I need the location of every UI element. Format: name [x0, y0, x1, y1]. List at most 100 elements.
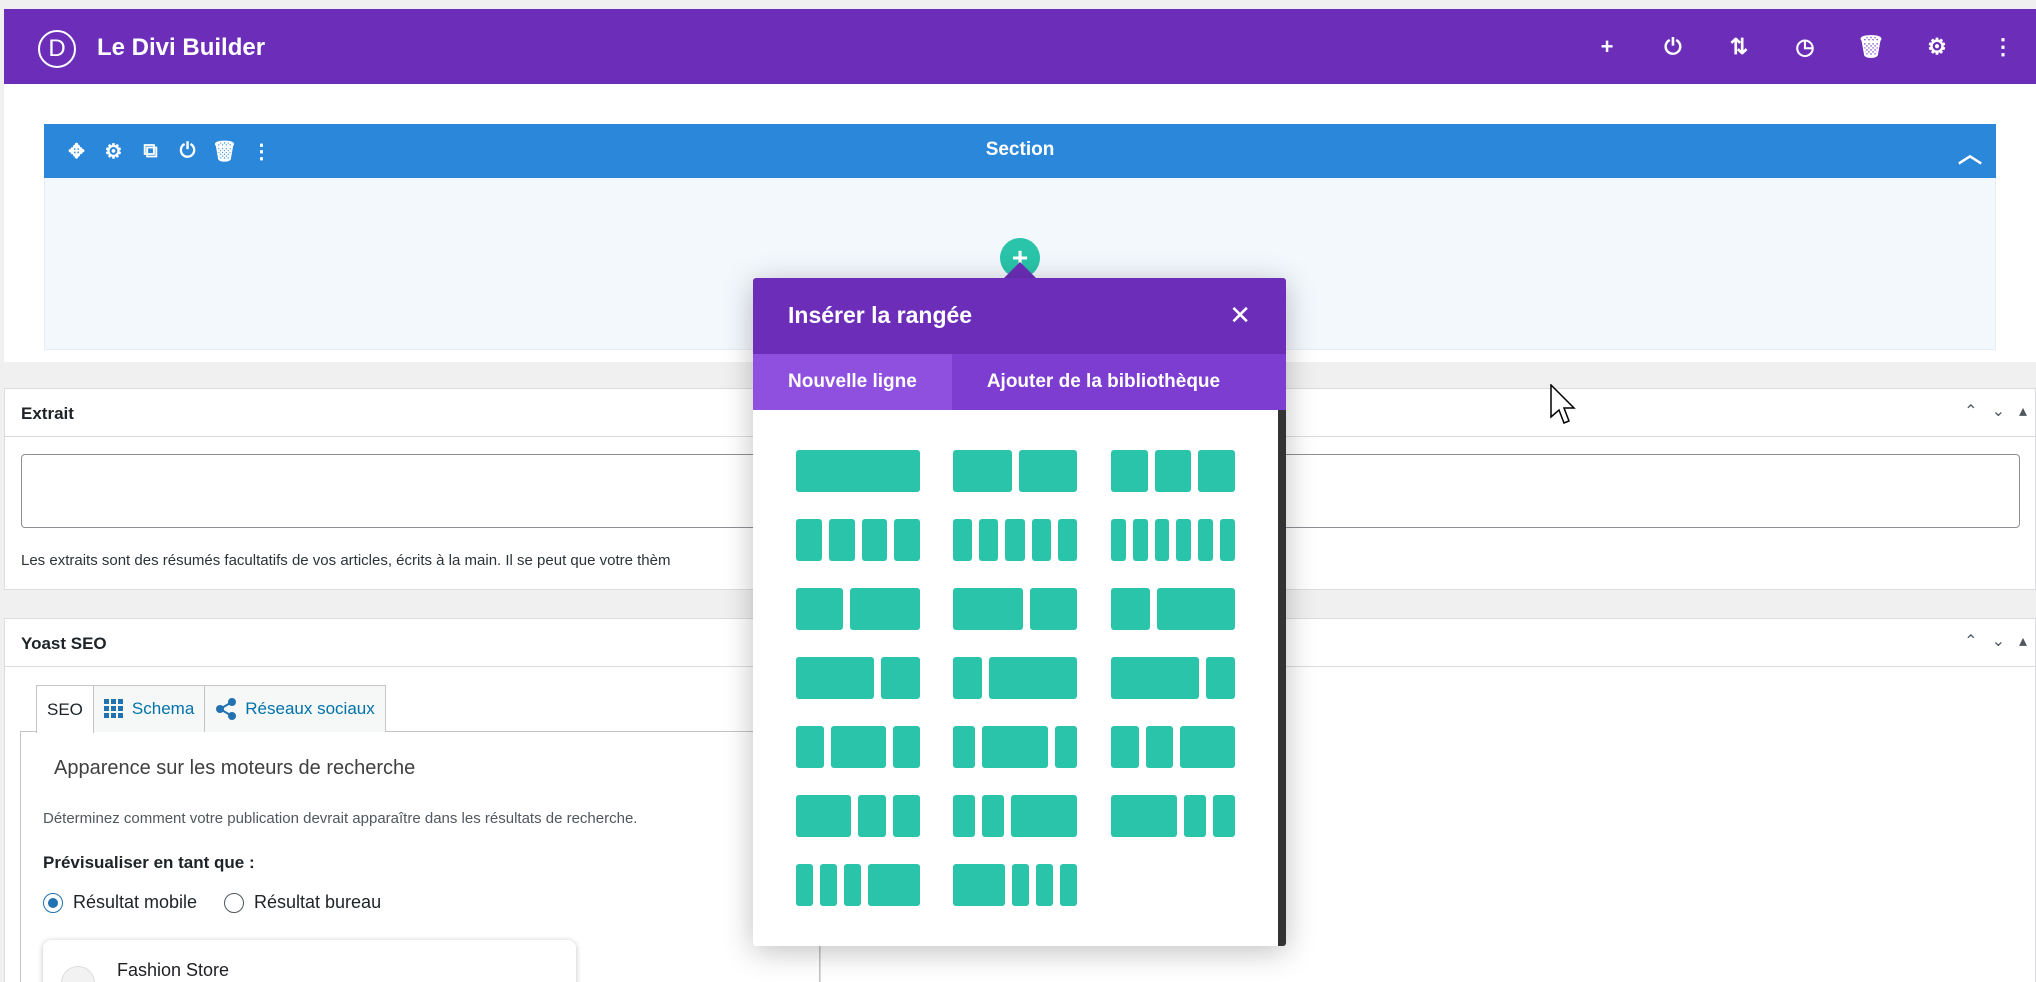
tab-social[interactable]: Réseaux sociaux: [204, 685, 386, 732]
column-block: [844, 864, 862, 906]
excerpt-help-text: Les extraits sont des résumés facultatif…: [21, 552, 671, 569]
row-layout-option[interactable]: [796, 588, 920, 630]
serp-preview-card: Fashion Store: [43, 940, 576, 982]
column-block: [796, 864, 814, 906]
column-block: [1198, 450, 1235, 492]
row-layout-option[interactable]: [1111, 657, 1235, 699]
column-block: [953, 657, 983, 699]
column-block: [1157, 588, 1235, 630]
toggle-icon[interactable]: ▴: [2019, 631, 2027, 651]
column-block: [1059, 864, 1077, 906]
column-block: [868, 864, 920, 906]
section-header[interactable]: ✥ ⚙ ⧉ ⏻ 🗑 ⋮ Section ︿: [44, 124, 1996, 178]
row-layout-option[interactable]: [953, 450, 1077, 492]
radio-checked-icon[interactable]: [43, 892, 63, 913]
row-layout-option[interactable]: [953, 795, 1077, 837]
radio-unchecked-icon[interactable]: [224, 892, 244, 913]
site-favicon: [61, 966, 95, 982]
postbox-controls: ⌃ ⌄ ▴: [1964, 401, 2027, 421]
row-layout-option[interactable]: [1111, 519, 1235, 561]
column-block: [989, 657, 1077, 699]
modal-pointer: [1004, 262, 1036, 278]
column-block: [1154, 450, 1192, 492]
row-layout-option[interactable]: [796, 795, 920, 837]
modal-tabs: Nouvelle ligne Ajouter de la bibliothèqu…: [753, 354, 1286, 410]
column-block: [796, 450, 920, 492]
column-block: [953, 795, 975, 837]
column-block: [1031, 519, 1051, 561]
move-down-icon[interactable]: ⌄: [1992, 401, 2005, 421]
add-icon[interactable]: +: [1574, 9, 1640, 84]
yoast-tabs: SEO Schema Réseaux sociaux: [36, 685, 386, 733]
history-icon[interactable]: ◷: [1772, 9, 1838, 84]
column-block: [894, 519, 920, 561]
divi-logo-icon: D: [38, 30, 76, 68]
tab-label: Schema: [131, 699, 195, 718]
row-layout-option[interactable]: [1111, 726, 1235, 768]
row-layout-option[interactable]: [1111, 450, 1235, 492]
move-up-icon[interactable]: ⌃: [1964, 401, 1977, 421]
column-block: [1011, 864, 1029, 906]
column-block: [953, 450, 1012, 492]
toggle-icon[interactable]: ▴: [2019, 401, 2027, 421]
column-block: [1030, 588, 1077, 630]
column-block: [1011, 795, 1077, 837]
modal-scrollbar[interactable]: [1278, 410, 1286, 946]
move-up-icon[interactable]: ⌃: [1964, 631, 1977, 651]
tab-seo[interactable]: SEO: [36, 685, 94, 733]
tab-new-row[interactable]: Nouvelle ligne: [753, 354, 952, 410]
collapse-icon[interactable]: ︿: [1958, 134, 1982, 169]
row-layout-option[interactable]: [1111, 588, 1235, 630]
grid-icon: [103, 699, 123, 718]
row-layout-option[interactable]: [1111, 795, 1235, 837]
preview-site-name: Fashion Store: [117, 960, 230, 980]
modal-title: Insérer la rangée: [788, 302, 973, 328]
column-block: [982, 795, 1004, 837]
row-layout-option[interactable]: [796, 450, 920, 492]
column-block: [892, 726, 920, 768]
column-block: [953, 726, 975, 768]
column-block: [1198, 519, 1214, 561]
row-layout-option[interactable]: [953, 588, 1077, 630]
sort-icon[interactable]: ⇅: [1706, 9, 1772, 84]
row-layout-option[interactable]: [953, 864, 1077, 906]
section-title: Section: [985, 139, 1055, 160]
column-block: [1213, 795, 1235, 837]
tab-schema[interactable]: Schema: [92, 685, 206, 732]
column-block: [1035, 864, 1053, 906]
column-block: [1018, 450, 1077, 492]
trash-icon[interactable]: 🗑: [1838, 9, 1904, 84]
snippet-heading: Apparence sur les moteurs de recherche: [54, 757, 416, 779]
column-block: [1111, 657, 1199, 699]
move-down-icon[interactable]: ⌄: [1992, 631, 2005, 651]
power-icon[interactable]: ⏻: [1640, 9, 1706, 84]
radio-desktop[interactable]: Résultat bureau: [224, 892, 381, 913]
builder-actions: + ⏻ ⇅ ◷ 🗑 ⚙ ⋮: [1574, 9, 2036, 84]
radio-label: Résultat mobile: [73, 892, 198, 912]
yoast-title: Yoast SEO: [21, 634, 107, 653]
row-layout-option[interactable]: [796, 864, 920, 906]
column-block: [1132, 519, 1148, 561]
more-vertical-icon[interactable]: ⋮: [1970, 9, 2036, 84]
column-block: [1111, 588, 1150, 630]
row-layout-option[interactable]: [953, 519, 1077, 561]
radio-mobile[interactable]: Résultat mobile: [43, 892, 197, 913]
column-block: [1055, 726, 1077, 768]
row-layout-option[interactable]: [796, 657, 920, 699]
row-layout-option[interactable]: [796, 726, 920, 768]
column-block: [1111, 726, 1139, 768]
row-layout-option[interactable]: [953, 657, 1077, 699]
column-block: [1111, 519, 1126, 561]
modal-header: Insérer la rangée ✕: [753, 278, 1286, 354]
column-block: [1220, 519, 1235, 561]
tab-add-from-library[interactable]: Ajouter de la bibliothèque: [952, 354, 1255, 410]
column-block: [953, 519, 973, 561]
column-block: [1176, 519, 1192, 561]
column-block: [1154, 519, 1170, 561]
divi-top-bar: D Le Divi Builder + ⏻ ⇅ ◷ 🗑 ⚙ ⋮: [4, 9, 2036, 84]
gear-icon[interactable]: ⚙: [1904, 9, 1970, 84]
close-icon[interactable]: ✕: [1229, 300, 1251, 331]
row-layout-option[interactable]: [953, 726, 1077, 768]
builder-title: Le Divi Builder: [97, 34, 266, 61]
row-layout-option[interactable]: [796, 519, 920, 561]
